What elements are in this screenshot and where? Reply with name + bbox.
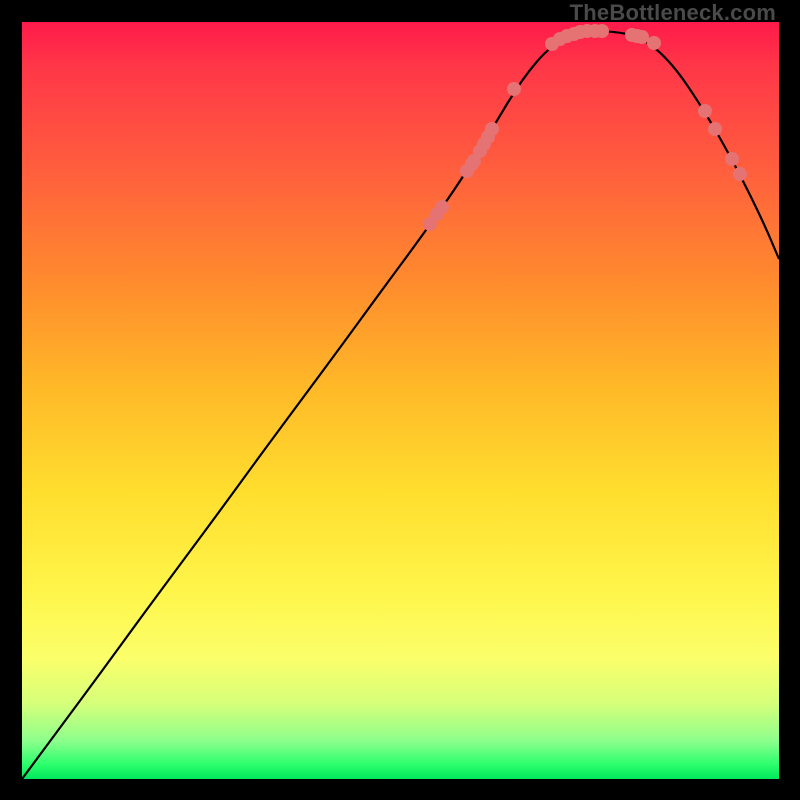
scatter-dot [435,200,449,214]
scatter-dots [423,24,747,231]
scatter-dot [595,24,609,38]
scatter-dot [485,122,499,136]
watermark-text: TheBottleneck.com [570,0,776,26]
chart-frame [22,22,779,779]
scatter-dot [708,122,722,136]
bottleneck-curve [22,31,779,779]
scatter-dot [647,36,661,50]
scatter-dot [698,104,712,118]
scatter-dot [733,167,747,181]
chart-svg [22,22,779,779]
scatter-dot [725,152,739,166]
scatter-dot [635,30,649,44]
scatter-dot [507,82,521,96]
